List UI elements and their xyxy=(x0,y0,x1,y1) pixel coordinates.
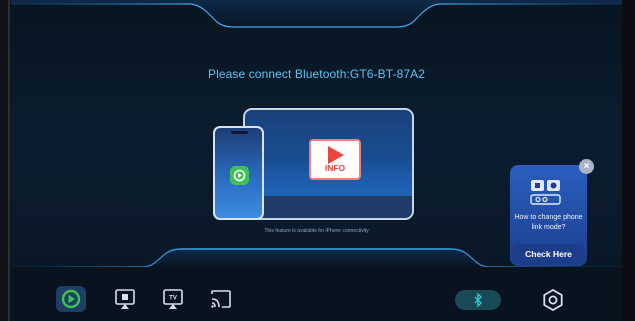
bottom-dock xyxy=(11,267,622,321)
info-label: INFO xyxy=(324,163,346,173)
tablet-bottom-strip xyxy=(245,196,412,218)
svg-text:TV: TV xyxy=(169,296,177,302)
carplay-icon[interactable] xyxy=(55,285,87,313)
left-bezel xyxy=(0,0,11,321)
bluetooth-button[interactable] xyxy=(455,290,501,310)
right-bezel xyxy=(622,0,635,321)
carplay-icon xyxy=(230,166,249,185)
mirror-icon[interactable] xyxy=(114,288,136,310)
popup-question: How to change phone link mode? xyxy=(514,214,583,231)
phone-illustration xyxy=(213,126,264,220)
phone-notch xyxy=(231,131,248,134)
cast-icon[interactable] xyxy=(209,288,233,310)
car-display: Please connect Bluetooth:GT6-BT-87A2 INF… xyxy=(11,0,622,321)
connect-bluetooth-message: Please connect Bluetooth:GT6-BT-87A2 xyxy=(207,67,426,81)
close-icon[interactable]: × xyxy=(579,159,594,174)
play-icon xyxy=(328,146,344,164)
tv-icon[interactable]: TV xyxy=(162,288,184,310)
info-video-icon: INFO xyxy=(309,139,361,180)
settings-icon[interactable] xyxy=(541,288,565,312)
link-mode-illustration-icon xyxy=(530,180,561,205)
bluetooth-icon xyxy=(474,292,482,308)
dock-arc xyxy=(11,248,622,268)
tablet-illustration: INFO xyxy=(243,108,414,220)
top-bar xyxy=(11,0,622,44)
